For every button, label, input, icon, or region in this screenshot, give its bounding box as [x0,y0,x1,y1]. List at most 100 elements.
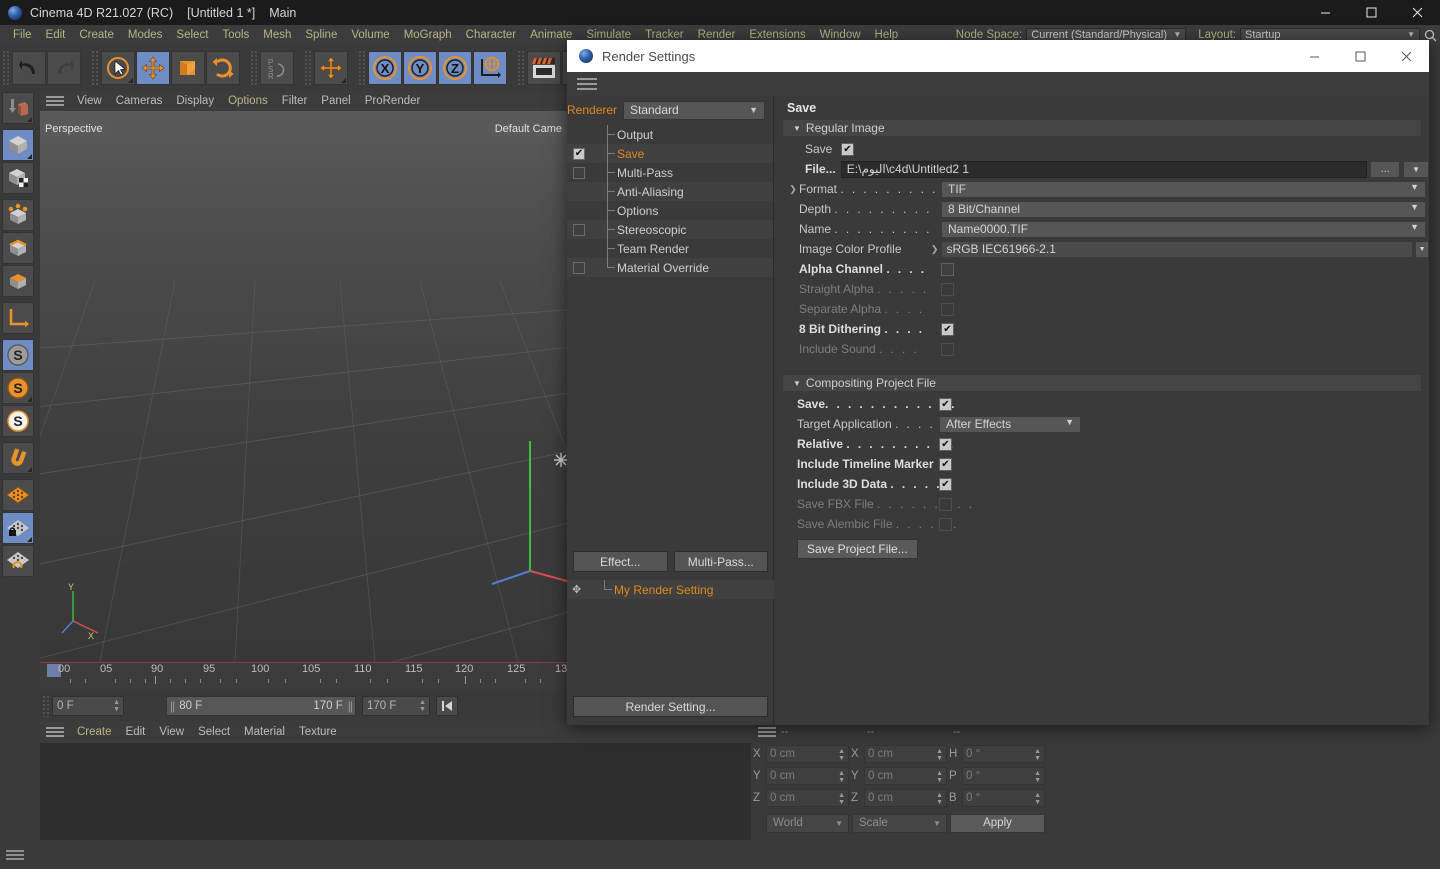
material-menu-edit[interactable]: Edit [119,726,153,738]
x-axis-lock-button[interactable]: X [368,51,402,85]
tree-item-material-override[interactable]: Material Override [567,258,773,277]
color-profile-dropdown-button[interactable]: ▼ [1415,240,1429,258]
max-frame-field[interactable]: 170 F ▲ ▼ [362,695,430,716]
stepper-icon[interactable]: ▲ ▼ [838,748,845,762]
menu-character[interactable]: Character [459,25,524,45]
enable-axis-modification-button[interactable]: S [2,339,34,371]
position-z-input[interactable]: 0 cm ▲ ▼ [766,789,849,807]
transform-mode-select[interactable]: Scale ▼ [852,813,947,833]
effect-button[interactable]: Effect... [573,551,668,572]
viewport-canvas[interactable]: Y X Perspective Default Came [40,111,567,662]
close-button[interactable] [1394,0,1440,25]
tree-item-multi-pass[interactable]: Multi-Pass [567,163,773,182]
range-handle-icon[interactable]: || [170,699,175,713]
live-selection-tool[interactable] [101,51,135,85]
material-menu-select[interactable]: Select [191,726,237,738]
material-menu-create[interactable]: Create [70,726,119,738]
tree-item-options[interactable]: Options [567,201,773,220]
polygons-mode-button[interactable] [2,265,34,297]
stepper-icon[interactable]: ▲ ▼ [936,748,943,762]
rotation-b-input[interactable]: 0 ° ▲ ▼ [962,789,1045,807]
toolbar-grip[interactable] [91,50,100,86]
rotation-p-input[interactable]: 0 ° ▲ ▼ [962,767,1045,785]
edges-mode-button[interactable] [2,232,34,264]
workplane-button[interactable] [2,479,34,511]
object-axis-button[interactable]: S [2,372,34,404]
tree-checkbox-save[interactable]: ✔ [573,147,585,160]
maximize-button[interactable] [1348,0,1394,25]
menu-mesh[interactable]: Mesh [256,25,298,45]
tree-item-anti-aliasing[interactable]: Anti-Aliasing [567,182,773,201]
render-setting-preset-row[interactable]: ✥ My Render Setting [567,580,774,599]
include-3d-checkbox[interactable]: ✔ [939,477,952,491]
menu-file[interactable]: File [6,25,39,45]
tree-item-output[interactable]: Output [567,125,773,144]
stepper-icon[interactable]: ▲ ▼ [419,699,426,713]
tree-checkbox-multi-pass[interactable] [573,166,585,179]
y-axis-lock-button[interactable]: Y [403,51,437,85]
goto-start-button[interactable] [436,695,458,716]
material-menu-texture[interactable]: Texture [292,726,344,738]
current-frame-field[interactable]: 0 F ▲ ▼ [52,695,124,716]
minimize-button[interactable] [1302,0,1348,25]
render-view-button[interactable] [527,51,561,85]
save-image-checkbox[interactable]: ✔ [841,142,854,156]
tree-item-stereoscopic[interactable]: Stereoscopic [567,220,773,239]
hamburger-icon[interactable] [46,96,64,106]
toolbar-grip[interactable] [304,50,313,86]
hamburger-icon[interactable] [6,849,24,860]
viewport-menu-options[interactable]: Options [221,95,275,107]
comp-save-checkbox[interactable]: ✔ [939,397,952,411]
hamburger-icon[interactable] [758,727,776,737]
stepper-icon[interactable]: ▲ ▼ [838,770,845,784]
viewport-menu-filter[interactable]: Filter [275,95,315,107]
render-setting-button[interactable]: Render Setting... [573,696,768,717]
psr-tool[interactable]: P S R [260,51,294,85]
target-application-select[interactable]: After Effects ▼ [939,415,1081,433]
lock-workplane-button[interactable] [2,512,34,544]
color-profile-field[interactable]: sRGB IEC61966-2.1 [940,240,1414,258]
world-axis-button[interactable]: S [2,405,34,437]
size-y-input[interactable]: 0 cm ▲ ▼ [864,767,947,785]
frame-range-bar[interactable]: || 80 F 170 F || [166,695,356,716]
timeline-ruler[interactable]: 00 05 90 95 100 105 110 115 120 125 13 [40,662,567,690]
save-project-file-button[interactable]: Save Project File... [797,539,918,559]
hamburger-icon[interactable] [577,78,597,90]
alpha-channel-checkbox[interactable] [941,262,954,276]
viewport-menu-prorender[interactable]: ProRender [358,95,428,107]
move-tool[interactable] [136,51,170,85]
material-list-area[interactable] [40,743,751,840]
magnet-tool-button[interactable] [2,442,34,474]
relative-checkbox[interactable]: ✔ [939,437,952,451]
axis-mode-button[interactable] [2,302,34,334]
stepper-icon[interactable]: ▲ ▼ [936,770,943,784]
menu-tools[interactable]: Tools [215,25,256,45]
coordinate-system-select[interactable]: World ▼ [766,813,849,833]
format-select[interactable]: TIF ▼ [941,180,1426,198]
expand-arrow-icon[interactable]: ❯ [929,244,941,255]
stepper-icon[interactable]: ▲ ▼ [1034,748,1041,762]
stepper-icon[interactable]: ▲ ▼ [1034,792,1041,806]
stepper-icon[interactable]: ▲ ▼ [838,792,845,806]
world-coordinates-button[interactable] [473,51,507,85]
rs-close-button[interactable] [1383,40,1429,72]
menu-modes[interactable]: Modes [121,25,170,45]
tree-checkbox-material-override[interactable] [573,261,585,274]
stepper-icon[interactable]: ▲ ▼ [113,699,120,713]
stepper-icon[interactable]: ▲ ▼ [936,792,943,806]
rotation-h-input[interactable]: 0 ° ▲ ▼ [962,745,1045,763]
workplane-rotate-button[interactable] [2,545,34,577]
toolbar-grip[interactable] [358,50,367,86]
z-axis-lock-button[interactable]: Z [438,51,472,85]
group-header-regular-image[interactable]: ▼ Regular Image [783,120,1421,136]
toolbar-grip[interactable] [517,50,526,86]
tree-item-team-render[interactable]: Team Render [567,239,773,258]
timeline-grip[interactable] [42,694,51,717]
position-x-input[interactable]: 0 cm ▲ ▼ [766,745,849,763]
depth-select[interactable]: 8 Bit/Channel ▼ [941,200,1426,218]
file-browse-button[interactable]: ... [1370,160,1401,178]
file-path-input[interactable]: E:\اليوم\c4d\Untitled2 1 [840,160,1368,178]
tree-item-save[interactable]: ✔ Save [567,144,773,163]
menu-edit[interactable]: Edit [39,25,73,45]
texture-mode-button[interactable] [2,162,34,194]
